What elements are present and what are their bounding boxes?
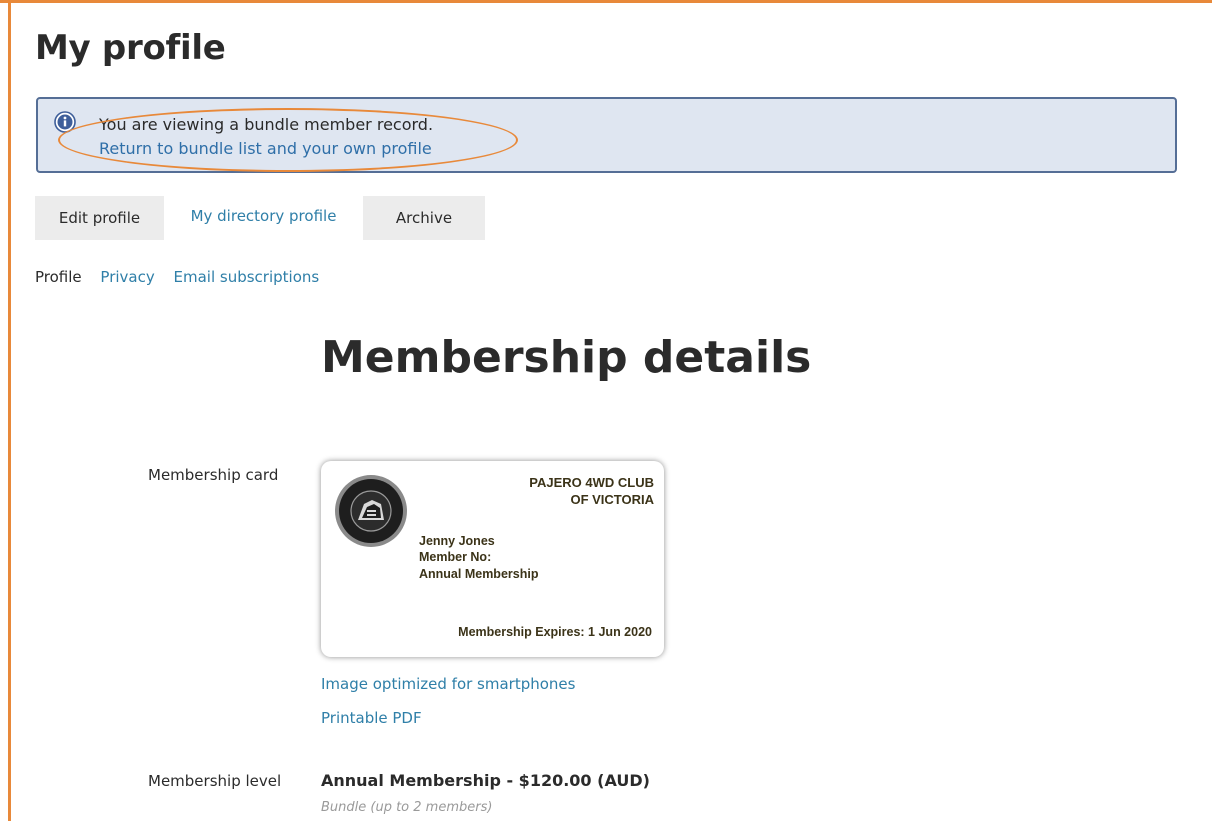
membership-card-label: Membership card xyxy=(148,466,279,484)
club-logo-icon xyxy=(334,474,408,548)
subnav-item-privacy[interactable]: Privacy xyxy=(100,268,154,286)
card-membership-type: Annual Membership xyxy=(419,567,539,581)
frame-top-border xyxy=(0,0,1212,3)
notice-message: You are viewing a bundle member record. xyxy=(99,115,434,134)
card-member-name: Jenny Jones xyxy=(419,534,495,548)
card-club-name: PAJERO 4WD CLUB OF VICTORIA xyxy=(529,474,654,508)
bundle-notice-box: You are viewing a bundle member record. … xyxy=(36,97,1177,173)
frame-left-border xyxy=(8,0,11,821)
profile-subnav: Profile Privacy Email subscriptions xyxy=(35,268,333,286)
section-title: Membership details xyxy=(321,332,812,383)
printable-pdf-link[interactable]: Printable PDF xyxy=(321,709,422,727)
subnav-item-email-subscriptions[interactable]: Email subscriptions xyxy=(174,268,320,286)
membership-level-label: Membership level xyxy=(148,772,282,790)
membership-level-note: Bundle (up to 2 members) xyxy=(321,800,493,815)
smartphone-image-link[interactable]: Image optimized for smartphones xyxy=(321,675,575,693)
subnav-item-profile[interactable]: Profile xyxy=(35,268,82,286)
tab-archive[interactable]: Archive xyxy=(363,196,485,240)
tab-my-directory-profile[interactable]: My directory profile xyxy=(164,196,363,240)
card-club-name-line2: OF VICTORIA xyxy=(570,492,654,507)
card-club-name-line1: PAJERO 4WD CLUB xyxy=(529,475,654,490)
return-to-bundle-link[interactable]: Return to bundle list and your own profi… xyxy=(99,139,432,158)
info-icon xyxy=(54,111,76,133)
page-title: My profile xyxy=(35,28,226,68)
tab-edit-profile[interactable]: Edit profile xyxy=(35,196,164,240)
membership-level-value: Annual Membership - $120.00 (AUD) xyxy=(321,771,650,790)
membership-card: PAJERO 4WD CLUB OF VICTORIA Jenny Jones … xyxy=(321,461,664,657)
card-member-number: Member No: xyxy=(419,550,492,564)
card-expiry: Membership Expires: 1 Jun 2020 xyxy=(458,625,652,639)
